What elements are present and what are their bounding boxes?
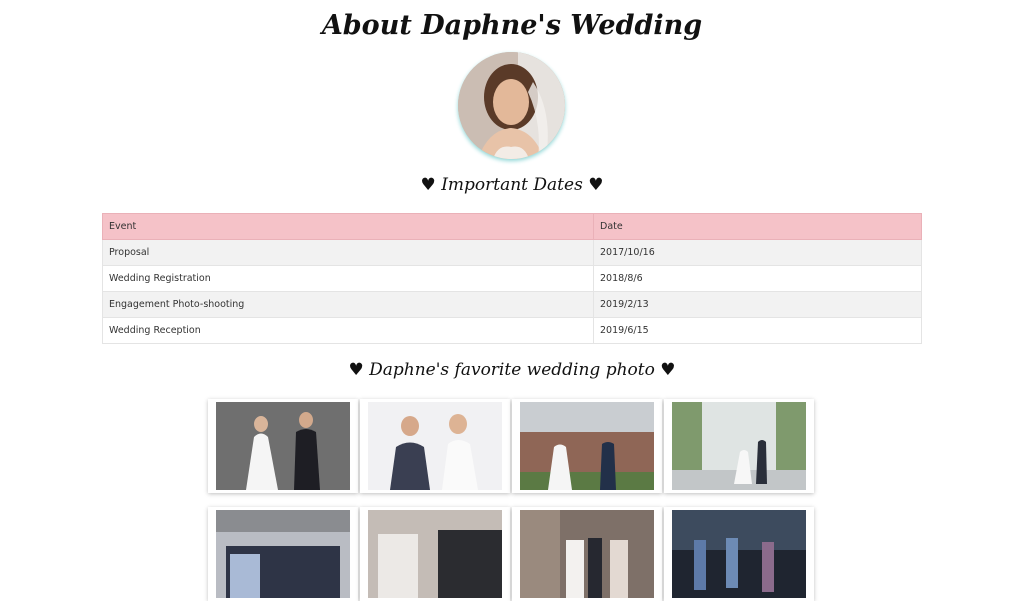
table-row: Wedding Reception 2019/6/15 bbox=[102, 317, 922, 344]
table-row: Engagement Photo-shooting 2019/2/13 bbox=[102, 291, 922, 318]
event-cell: Wedding Reception bbox=[102, 317, 594, 344]
favorite-photos-heading: ♥ Daphne's favorite wedding photo ♥ bbox=[348, 360, 676, 380]
column-header-event: Event bbox=[102, 213, 594, 240]
date-cell: 2019/2/13 bbox=[593, 291, 922, 318]
column-header-date: Date bbox=[593, 213, 922, 240]
avatar bbox=[458, 52, 565, 159]
page-title: About Daphne's Wedding bbox=[321, 10, 703, 41]
wedding-photo[interactable] bbox=[360, 399, 510, 493]
important-dates-heading: ♥ Important Dates ♥ bbox=[420, 175, 604, 195]
event-cell: Engagement Photo-shooting bbox=[102, 291, 594, 318]
table-row: Proposal 2017/10/16 bbox=[102, 239, 922, 266]
wedding-photo[interactable] bbox=[208, 399, 358, 493]
wedding-photo[interactable] bbox=[664, 507, 814, 601]
table-row: Wedding Registration 2018/8/6 bbox=[102, 265, 922, 292]
event-cell: Wedding Registration bbox=[102, 265, 594, 292]
date-cell: 2017/10/16 bbox=[593, 239, 922, 266]
event-cell: Proposal bbox=[102, 239, 594, 266]
wedding-photo[interactable] bbox=[512, 399, 662, 493]
wedding-photo[interactable] bbox=[512, 507, 662, 601]
date-cell: 2018/8/6 bbox=[593, 265, 922, 292]
wedding-photo[interactable] bbox=[664, 399, 814, 493]
important-dates-table: Event Date Proposal 2017/10/16 Wedding R… bbox=[102, 213, 922, 344]
table-header-row: Event Date bbox=[102, 213, 922, 240]
date-cell: 2019/6/15 bbox=[593, 317, 922, 344]
wedding-photo[interactable] bbox=[360, 507, 510, 601]
wedding-photo[interactable] bbox=[208, 507, 358, 601]
